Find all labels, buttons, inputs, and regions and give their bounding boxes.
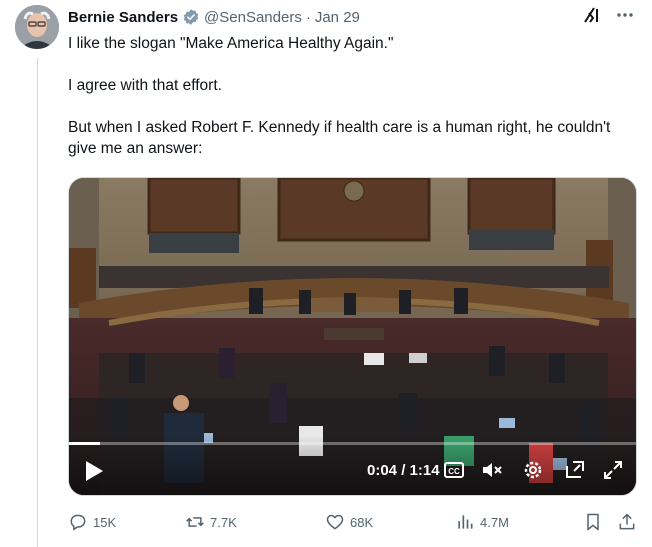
like-icon (325, 512, 345, 532)
svg-text:CC: CC (448, 467, 460, 476)
reply-count: 15K (93, 514, 117, 530)
video-progress-fill (69, 442, 100, 445)
mute-icon[interactable] (481, 459, 503, 481)
avatar[interactable] (15, 5, 59, 49)
author-name[interactable]: Bernie Sanders (68, 9, 178, 26)
video-controls: 0:04 / 1:14 CC (69, 435, 636, 495)
fullscreen-icon[interactable] (602, 459, 624, 481)
post-text: I like the slogan "Make America Healthy … (68, 33, 628, 159)
separator-dot: · (305, 8, 311, 26)
share-icon (617, 512, 637, 532)
reply-button[interactable]: 15K (68, 511, 116, 533)
post-top-actions (582, 5, 634, 30)
more-icon[interactable] (616, 6, 634, 29)
post-paragraph: I agree with that effort. (68, 77, 222, 94)
video-time: 0:04 / 1:14 (367, 462, 440, 479)
post-paragraph: I like the slogan "Make America Healthy … (68, 35, 394, 52)
grok-icon[interactable] (582, 5, 602, 30)
play-icon[interactable] (83, 459, 105, 483)
bookmark-button[interactable] (583, 511, 603, 533)
video-player[interactable]: 0:04 / 1:14 CC (68, 177, 637, 496)
paragraph-spacer (68, 54, 628, 75)
thread-line (37, 58, 38, 547)
post-date[interactable]: Jan 29 (315, 9, 360, 26)
views-count: 4.7M (480, 514, 509, 530)
views-button[interactable]: 4.7M (455, 511, 509, 533)
post-actions: 15K 7.7K 68K 4.7M (68, 511, 637, 533)
pip-icon[interactable] (564, 459, 586, 481)
post-header: Bernie Sanders @SenSanders · Jan 29 (68, 7, 360, 27)
author-handle[interactable]: @SenSanders (204, 9, 302, 26)
video-progress-bar[interactable] (69, 442, 636, 445)
post-paragraph: But when I asked Robert F. Kennedy if he… (68, 119, 611, 157)
verified-badge-icon[interactable] (182, 8, 200, 26)
repost-count: 7.7K (210, 514, 237, 530)
like-button[interactable]: 68K (325, 511, 373, 533)
like-count: 68K (350, 514, 374, 530)
reply-icon (68, 512, 88, 532)
settings-icon[interactable] (522, 459, 544, 481)
share-button[interactable] (617, 511, 637, 533)
bookmark-icon (583, 512, 603, 532)
repost-icon (185, 512, 205, 532)
repost-button[interactable]: 7.7K (185, 511, 237, 533)
views-icon (455, 512, 475, 532)
captions-icon[interactable]: CC (443, 459, 465, 481)
paragraph-spacer (68, 96, 628, 117)
